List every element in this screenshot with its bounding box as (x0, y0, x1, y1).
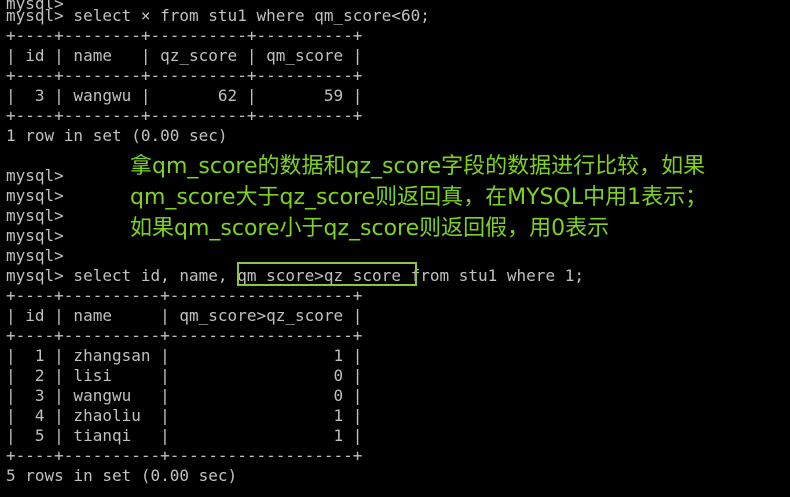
table-border: +----+--------+----------+----------+ (6, 66, 363, 85)
terminal-line: mysql> (6, 166, 64, 185)
table-border: +----+--------+----------+----------+ (6, 106, 363, 125)
table-border: +----+----------+-------------------+ (6, 326, 363, 345)
table-header: | id | name | qz_score | qm_score | (6, 46, 363, 65)
table-row: | 3 | wangwu | 62 | 59 | (6, 86, 363, 105)
table-row: | 1 | zhangsan | 1 | (6, 346, 363, 365)
terminal-line: mysql> (6, 246, 64, 265)
table-row: | 3 | wangwu | 0 | (6, 386, 363, 405)
result-summary: 5 rows in set (0.00 sec) (6, 466, 238, 485)
annotation-line: 如果qm_score小于qz_score则返回假，用0表示 (130, 216, 610, 241)
table-header: | id | name | qm_score>qz_score | (6, 306, 363, 325)
terminal-line: mysql> select × from stu1 where qm_score… (6, 6, 430, 25)
table-border: +----+--------+----------+----------+ (6, 26, 363, 45)
table-row: | 5 | tianqi | 1 | (6, 426, 363, 445)
annotation-line: 拿qm_score的数据和qz_score字段的数据进行比较，如果 (130, 154, 706, 179)
result-summary: 1 row in set (0.00 sec) (6, 126, 228, 145)
annotation-line: qm_score大于qz_score则返回真，在MYSQL中用1表示； (130, 185, 708, 210)
table-row: | 2 | lisi | 0 | (6, 366, 363, 385)
table-border: +----+----------+-------------------+ (6, 446, 363, 465)
terminal-window[interactable]: mysql> mysql> select × from stu1 where q… (0, 0, 790, 497)
highlight-box (237, 262, 417, 286)
terminal-line: mysql> (6, 206, 64, 225)
table-row: | 4 | zhaoliu | 1 | (6, 406, 363, 425)
terminal-line: mysql> (6, 186, 64, 205)
terminal-line: mysql> (6, 226, 64, 245)
table-border: +----+----------+-------------------+ (6, 286, 363, 305)
